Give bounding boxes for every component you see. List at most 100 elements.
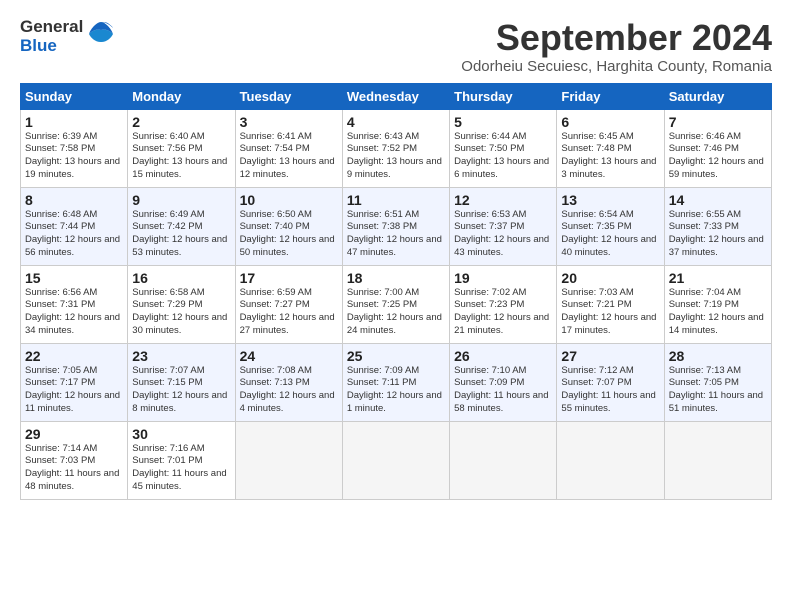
day-info: Sunrise: 6:46 AMSunset: 7:46 PMDaylight:… <box>669 131 764 180</box>
day-number: 3 <box>240 114 338 130</box>
table-row: 15 Sunrise: 6:56 AMSunset: 7:31 PMDaylig… <box>21 265 128 343</box>
day-info: Sunrise: 7:14 AMSunset: 7:03 PMDaylight:… <box>25 443 119 492</box>
table-row: 4 Sunrise: 6:43 AMSunset: 7:52 PMDayligh… <box>342 109 449 187</box>
day-number: 22 <box>25 348 123 364</box>
day-number: 2 <box>132 114 230 130</box>
day-info: Sunrise: 6:51 AMSunset: 7:38 PMDaylight:… <box>347 209 442 258</box>
day-info: Sunrise: 7:13 AMSunset: 7:05 PMDaylight:… <box>669 365 763 414</box>
day-number: 18 <box>347 270 445 286</box>
day-number: 4 <box>347 114 445 130</box>
day-number: 29 <box>25 426 123 442</box>
table-row: 14 Sunrise: 6:55 AMSunset: 7:33 PMDaylig… <box>664 187 771 265</box>
logo-text: General Blue <box>20 18 83 55</box>
col-saturday: Saturday <box>664 83 771 109</box>
location-title: Odorheiu Secuiesc, Harghita County, Roma… <box>461 58 772 75</box>
week-row-2: 15 Sunrise: 6:56 AMSunset: 7:31 PMDaylig… <box>21 265 772 343</box>
table-row <box>557 421 664 499</box>
day-info: Sunrise: 7:12 AMSunset: 7:07 PMDaylight:… <box>561 365 655 414</box>
day-number: 30 <box>132 426 230 442</box>
day-info: Sunrise: 6:58 AMSunset: 7:29 PMDaylight:… <box>132 287 227 336</box>
logo: General Blue <box>20 18 115 55</box>
day-number: 28 <box>669 348 767 364</box>
table-row: 9 Sunrise: 6:49 AMSunset: 7:42 PMDayligh… <box>128 187 235 265</box>
table-row: 27 Sunrise: 7:12 AMSunset: 7:07 PMDaylig… <box>557 343 664 421</box>
header: General Blue September 2024 Odorheiu Sec… <box>20 18 772 75</box>
table-row: 18 Sunrise: 7:00 AMSunset: 7:25 PMDaylig… <box>342 265 449 343</box>
page: General Blue September 2024 Odorheiu Sec… <box>0 0 792 510</box>
table-row <box>664 421 771 499</box>
table-row: 25 Sunrise: 7:09 AMSunset: 7:11 PMDaylig… <box>342 343 449 421</box>
week-row-1: 8 Sunrise: 6:48 AMSunset: 7:44 PMDayligh… <box>21 187 772 265</box>
day-info: Sunrise: 6:44 AMSunset: 7:50 PMDaylight:… <box>454 131 549 180</box>
day-number: 15 <box>25 270 123 286</box>
title-block: September 2024 Odorheiu Secuiesc, Harghi… <box>461 18 772 75</box>
day-info: Sunrise: 7:00 AMSunset: 7:25 PMDaylight:… <box>347 287 442 336</box>
day-number: 27 <box>561 348 659 364</box>
table-row <box>450 421 557 499</box>
table-row: 11 Sunrise: 6:51 AMSunset: 7:38 PMDaylig… <box>342 187 449 265</box>
day-info: Sunrise: 7:09 AMSunset: 7:11 PMDaylight:… <box>347 365 442 414</box>
day-info: Sunrise: 7:03 AMSunset: 7:21 PMDaylight:… <box>561 287 656 336</box>
day-number: 9 <box>132 192 230 208</box>
col-thursday: Thursday <box>450 83 557 109</box>
table-row: 19 Sunrise: 7:02 AMSunset: 7:23 PMDaylig… <box>450 265 557 343</box>
table-row: 3 Sunrise: 6:41 AMSunset: 7:54 PMDayligh… <box>235 109 342 187</box>
day-info: Sunrise: 7:08 AMSunset: 7:13 PMDaylight:… <box>240 365 335 414</box>
day-number: 23 <box>132 348 230 364</box>
day-info: Sunrise: 6:50 AMSunset: 7:40 PMDaylight:… <box>240 209 335 258</box>
col-monday: Monday <box>128 83 235 109</box>
table-row: 29 Sunrise: 7:14 AMSunset: 7:03 PMDaylig… <box>21 421 128 499</box>
table-row: 24 Sunrise: 7:08 AMSunset: 7:13 PMDaylig… <box>235 343 342 421</box>
day-number: 12 <box>454 192 552 208</box>
table-row: 21 Sunrise: 7:04 AMSunset: 7:19 PMDaylig… <box>664 265 771 343</box>
day-number: 5 <box>454 114 552 130</box>
day-info: Sunrise: 6:53 AMSunset: 7:37 PMDaylight:… <box>454 209 549 258</box>
header-row: Sunday Monday Tuesday Wednesday Thursday… <box>21 83 772 109</box>
day-info: Sunrise: 7:16 AMSunset: 7:01 PMDaylight:… <box>132 443 226 492</box>
table-row: 17 Sunrise: 6:59 AMSunset: 7:27 PMDaylig… <box>235 265 342 343</box>
table-row <box>235 421 342 499</box>
table-row <box>342 421 449 499</box>
month-title: September 2024 <box>461 18 772 58</box>
day-number: 11 <box>347 192 445 208</box>
day-info: Sunrise: 6:45 AMSunset: 7:48 PMDaylight:… <box>561 131 656 180</box>
day-number: 8 <box>25 192 123 208</box>
day-info: Sunrise: 7:04 AMSunset: 7:19 PMDaylight:… <box>669 287 764 336</box>
day-number: 20 <box>561 270 659 286</box>
day-number: 1 <box>25 114 123 130</box>
day-info: Sunrise: 6:49 AMSunset: 7:42 PMDaylight:… <box>132 209 227 258</box>
day-number: 6 <box>561 114 659 130</box>
col-friday: Friday <box>557 83 664 109</box>
table-row: 8 Sunrise: 6:48 AMSunset: 7:44 PMDayligh… <box>21 187 128 265</box>
day-number: 21 <box>669 270 767 286</box>
day-info: Sunrise: 7:05 AMSunset: 7:17 PMDaylight:… <box>25 365 120 414</box>
day-info: Sunrise: 6:43 AMSunset: 7:52 PMDaylight:… <box>347 131 442 180</box>
col-wednesday: Wednesday <box>342 83 449 109</box>
table-row: 5 Sunrise: 6:44 AMSunset: 7:50 PMDayligh… <box>450 109 557 187</box>
day-info: Sunrise: 6:59 AMSunset: 7:27 PMDaylight:… <box>240 287 335 336</box>
table-row: 26 Sunrise: 7:10 AMSunset: 7:09 PMDaylig… <box>450 343 557 421</box>
week-row-0: 1 Sunrise: 6:39 AMSunset: 7:58 PMDayligh… <box>21 109 772 187</box>
week-row-4: 29 Sunrise: 7:14 AMSunset: 7:03 PMDaylig… <box>21 421 772 499</box>
day-info: Sunrise: 6:48 AMSunset: 7:44 PMDaylight:… <box>25 209 120 258</box>
day-number: 25 <box>347 348 445 364</box>
day-number: 13 <box>561 192 659 208</box>
table-row: 6 Sunrise: 6:45 AMSunset: 7:48 PMDayligh… <box>557 109 664 187</box>
day-number: 17 <box>240 270 338 286</box>
table-row: 13 Sunrise: 6:54 AMSunset: 7:35 PMDaylig… <box>557 187 664 265</box>
day-number: 10 <box>240 192 338 208</box>
day-number: 16 <box>132 270 230 286</box>
table-row: 12 Sunrise: 6:53 AMSunset: 7:37 PMDaylig… <box>450 187 557 265</box>
table-row: 16 Sunrise: 6:58 AMSunset: 7:29 PMDaylig… <box>128 265 235 343</box>
table-row: 23 Sunrise: 7:07 AMSunset: 7:15 PMDaylig… <box>128 343 235 421</box>
table-row: 30 Sunrise: 7:16 AMSunset: 7:01 PMDaylig… <box>128 421 235 499</box>
day-info: Sunrise: 6:40 AMSunset: 7:56 PMDaylight:… <box>132 131 227 180</box>
week-row-3: 22 Sunrise: 7:05 AMSunset: 7:17 PMDaylig… <box>21 343 772 421</box>
day-info: Sunrise: 7:02 AMSunset: 7:23 PMDaylight:… <box>454 287 549 336</box>
day-info: Sunrise: 6:55 AMSunset: 7:33 PMDaylight:… <box>669 209 764 258</box>
day-info: Sunrise: 7:07 AMSunset: 7:15 PMDaylight:… <box>132 365 227 414</box>
day-info: Sunrise: 6:41 AMSunset: 7:54 PMDaylight:… <box>240 131 335 180</box>
col-tuesday: Tuesday <box>235 83 342 109</box>
table-row: 20 Sunrise: 7:03 AMSunset: 7:21 PMDaylig… <box>557 265 664 343</box>
table-row: 22 Sunrise: 7:05 AMSunset: 7:17 PMDaylig… <box>21 343 128 421</box>
